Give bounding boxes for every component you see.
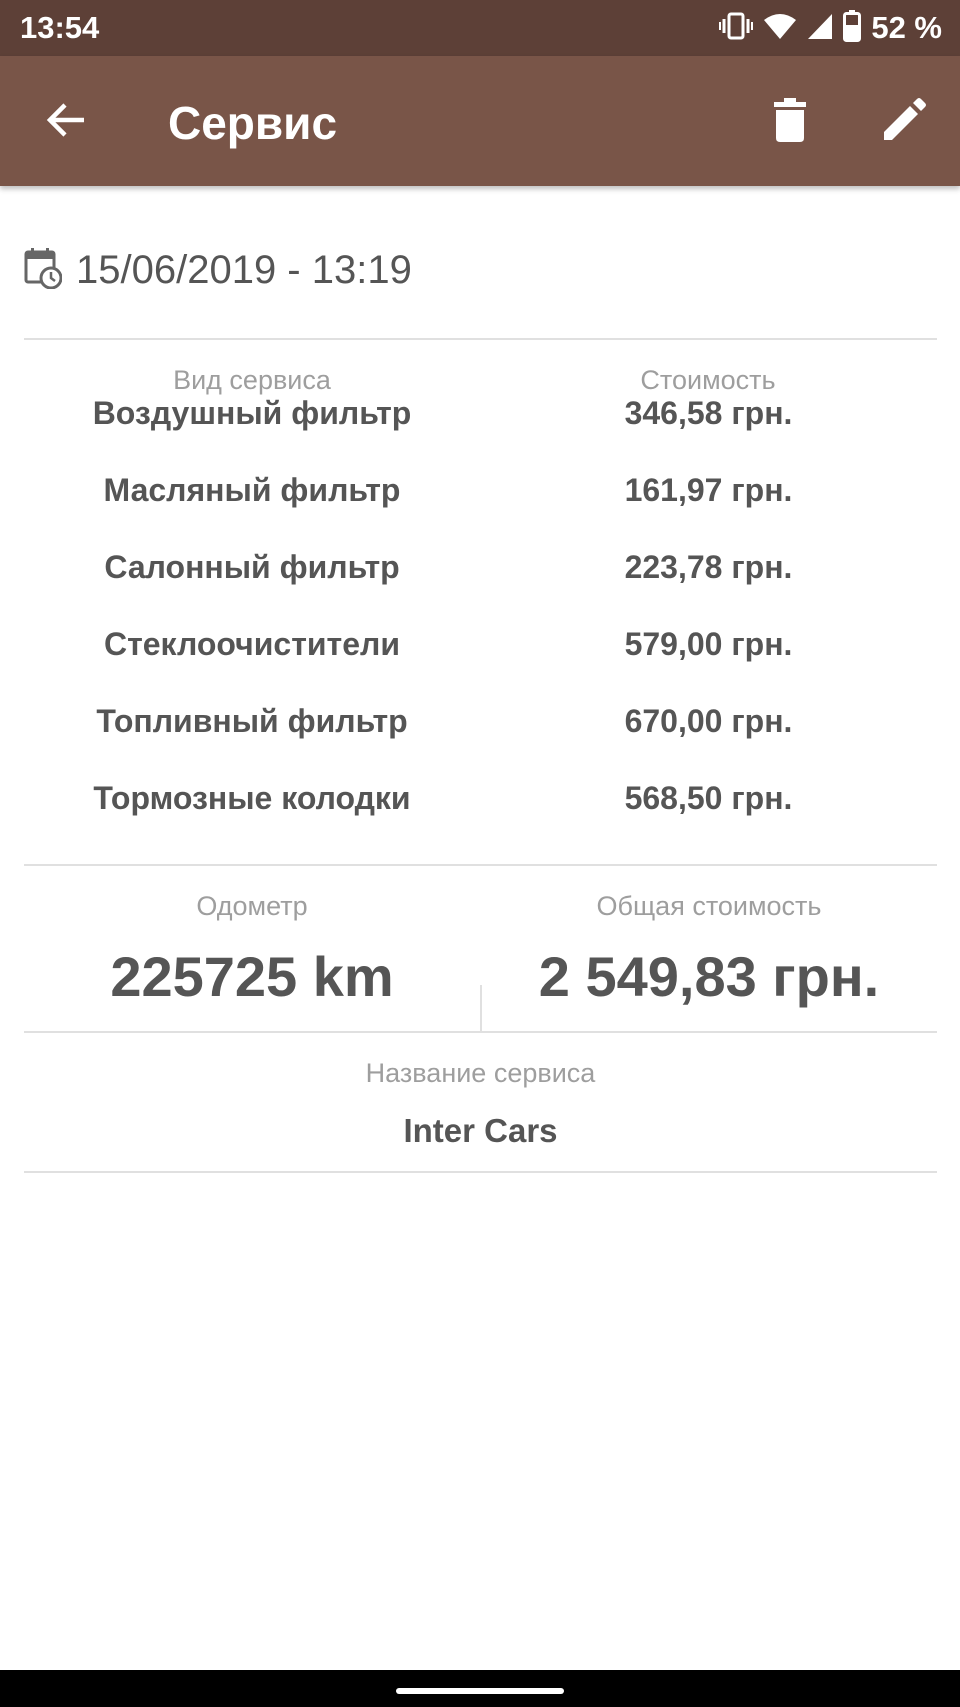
home-gesture-handle[interactable] (396, 1688, 564, 1694)
service-name: Стеклоочистители (103, 626, 401, 662)
column-header-service: Вид сервиса (173, 365, 331, 395)
service-cost: 346,58 грн. (624, 395, 793, 431)
service-name: Тормозные колодки (93, 780, 411, 816)
service-row: Тормозные колодки 568,50 грн. (24, 780, 937, 857)
wifi-icon (763, 12, 797, 45)
service-cost: 223,78 грн. (624, 549, 793, 585)
cell-signal-icon (807, 12, 833, 45)
service-name: Салонный фильтр (104, 549, 400, 585)
services-list: Воздушный фильтр 346,58 грн. Масляный фи… (24, 395, 937, 857)
total-cost-value: 2 549,83 грн. (538, 945, 880, 1008)
service-row: Салонный фильтр 223,78 грн. (24, 549, 937, 626)
vertical-divider (480, 985, 482, 1033)
battery-icon (843, 9, 862, 47)
pencil-icon (882, 97, 926, 147)
battery-percent: 52 % (871, 10, 942, 45)
divider (24, 1171, 937, 1173)
divider (24, 338, 937, 340)
odometer-label: Одометр (196, 891, 308, 921)
service-row: Воздушный фильтр 346,58 грн. (24, 395, 937, 472)
status-bar: 13:54 52 % (0, 0, 960, 56)
service-row: Масляный фильтр 161,97 грн. (24, 472, 937, 549)
divider (24, 1031, 937, 1033)
status-time: 13:54 (20, 10, 100, 45)
service-cost: 670,00 грн. (624, 703, 793, 739)
service-cost: 568,50 грн. (624, 780, 793, 816)
arrow-back-icon (44, 98, 88, 147)
vibrate-icon (719, 11, 754, 46)
calendar-clock-icon (24, 247, 63, 294)
page-title: Сервис (168, 97, 338, 149)
service-name: Воздушный фильтр (92, 395, 412, 431)
trash-icon (772, 97, 808, 147)
navigation-bar (0, 1670, 960, 1707)
service-row: Стеклоочистители 579,00 грн. (24, 626, 937, 703)
edit-button[interactable] (874, 92, 934, 152)
service-row: Топливный фильтр 670,00 грн. (24, 703, 937, 780)
app-bar: Сервис (0, 56, 960, 186)
back-button[interactable] (36, 92, 96, 152)
service-date: 15/06/2019 - 13:19 (76, 247, 412, 292)
odometer-value: 225725 km (110, 945, 394, 1008)
service-cost: 161,97 грн. (624, 472, 793, 508)
service-name: Топливный фильтр (96, 703, 408, 739)
service-cost: 579,00 грн. (624, 626, 793, 662)
status-icons: 52 % (719, 9, 942, 47)
divider (24, 864, 937, 866)
delete-button[interactable] (760, 92, 820, 152)
service-name: Масляный фильтр (103, 472, 401, 508)
service-name-label: Название сервиса (365, 1058, 596, 1088)
total-cost-label: Общая стоимость (596, 891, 822, 921)
date-row: 15/06/2019 - 13:19 (24, 240, 412, 300)
service-name-value: Inter Cars (403, 1112, 558, 1149)
column-header-cost: Стоимость (640, 365, 776, 395)
